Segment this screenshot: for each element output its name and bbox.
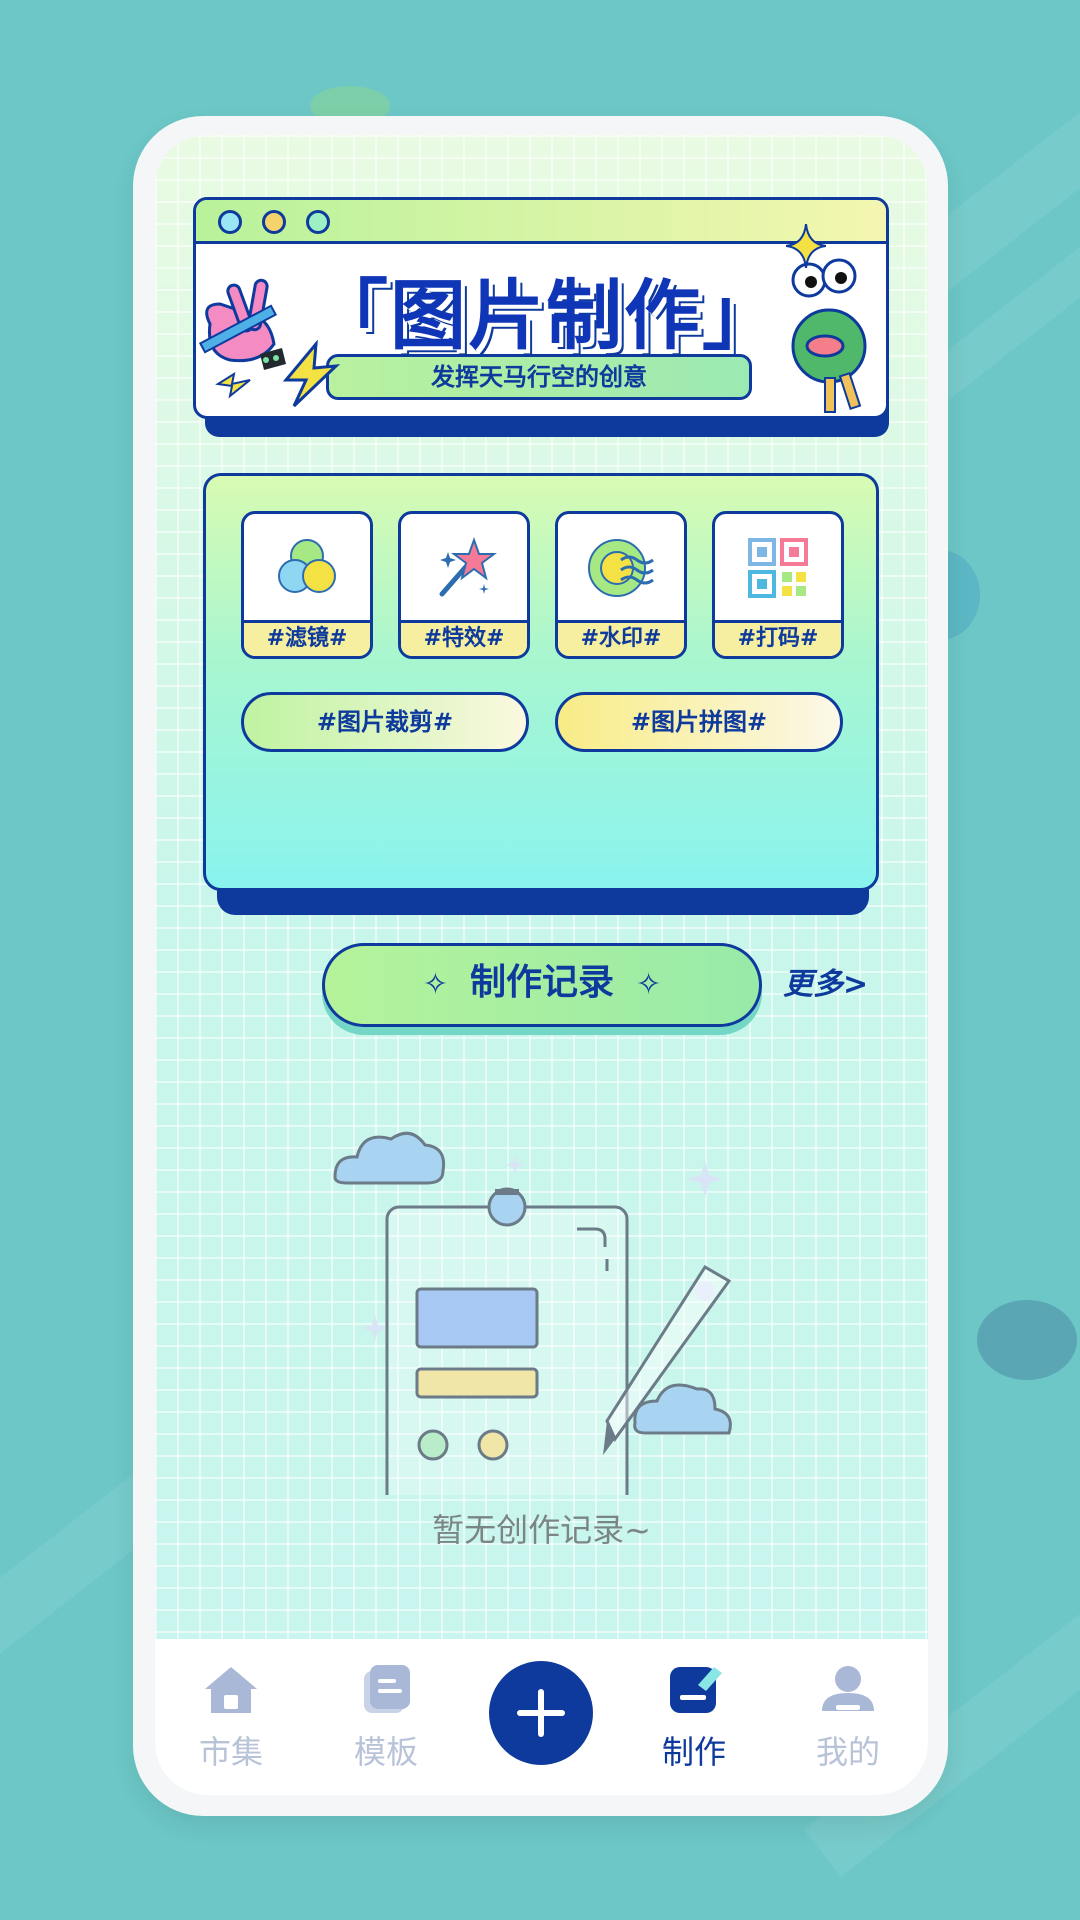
watermark-icon: [558, 514, 684, 622]
tab-market[interactable]: 市集: [171, 1661, 291, 1771]
tool-effects[interactable]: #特效#: [398, 511, 530, 659]
bottom-tab-bar: 市集 模板 制作 我的: [155, 1639, 928, 1795]
tool-watermark[interactable]: #水印#: [555, 511, 687, 659]
tools-panel: #滤镜# #特效# #水印# #打码# #图片裁剪# #图片拼图#: [203, 473, 879, 915]
magic-wand-icon: [401, 514, 527, 622]
tools-panel-card: #滤镜# #特效# #水印# #打码# #图片裁剪# #图片拼图#: [203, 473, 879, 891]
tool-filter-label: #滤镜#: [244, 620, 370, 656]
plus-icon: [517, 1689, 565, 1737]
tab-profile[interactable]: 我的: [788, 1661, 908, 1771]
sparkle-icon: ✧: [636, 967, 662, 1002]
records-header: ✧ 制作记录 ✧: [322, 943, 762, 1027]
lightning-icon: [282, 340, 341, 408]
crop-button[interactable]: #图片裁剪#: [241, 692, 529, 752]
add-button[interactable]: [489, 1661, 593, 1765]
qr-code-icon: [715, 514, 841, 622]
banner-card: 「图片制作」 发挥天马行空的创意: [193, 197, 889, 419]
tool-mosaic[interactable]: #打码#: [712, 511, 844, 659]
sparkle-icon: [786, 224, 826, 268]
tab-create[interactable]: 制作: [634, 1661, 754, 1771]
page-title: 「图片制作」: [312, 271, 780, 360]
edit-icon: [670, 1667, 722, 1713]
window-dot-green: [306, 210, 330, 234]
window-dot-yellow: [262, 210, 286, 234]
small-lightning-icon: [215, 371, 251, 399]
header-banner: 「图片制作」 发挥天马行空的创意: [193, 197, 889, 437]
home-icon: [205, 1667, 257, 1713]
tab-market-label: 市集: [198, 1733, 263, 1771]
template-icon: [364, 1665, 410, 1713]
sparkle-icon: ✧: [422, 967, 448, 1002]
character-illustration: [791, 258, 867, 413]
banner-subtitle: 发挥天马行空的创意: [326, 354, 752, 400]
tab-create-label: 制作: [661, 1733, 726, 1771]
tab-profile-label: 我的: [815, 1733, 880, 1771]
app-screen: 「图片制作」 发挥天马行空的创意 #滤镜# #特效# #水印# #打码# #图片…: [155, 135, 928, 1795]
records-title: 制作记录: [469, 962, 614, 1003]
filter-icon: [244, 514, 370, 622]
tool-mosaic-label: #打码#: [715, 620, 841, 656]
user-icon: [822, 1666, 874, 1711]
tool-effects-label: #特效#: [401, 620, 527, 656]
tab-templates-label: 模板: [353, 1733, 418, 1771]
bg-circle: [977, 1300, 1077, 1380]
tool-watermark-label: #水印#: [558, 620, 684, 656]
more-link[interactable]: 更多>: [783, 965, 893, 1005]
tab-templates[interactable]: 模板: [326, 1661, 446, 1771]
collage-button[interactable]: #图片拼图#: [555, 692, 843, 752]
empty-state-text: 暂无创作记录~: [432, 1511, 651, 1549]
window-dot-blue: [218, 210, 242, 234]
banner-window-bar: [196, 200, 886, 244]
empty-clipboard-illustration: [333, 1131, 732, 1495]
tool-filter[interactable]: #滤镜#: [241, 511, 373, 659]
